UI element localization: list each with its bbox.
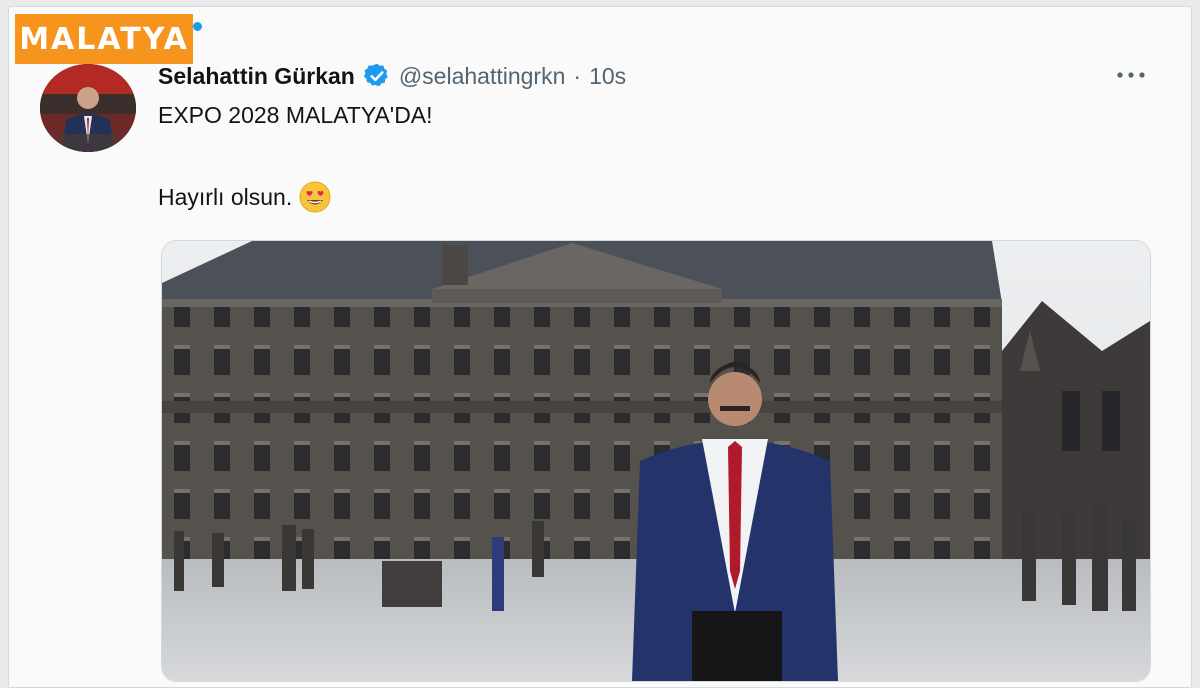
malatya-badge: MALATYA <box>15 14 193 64</box>
badge-dot <box>193 22 202 31</box>
author-handle[interactable]: @selahattingrkn <box>399 63 566 90</box>
avatar[interactable] <box>40 64 136 152</box>
author-name[interactable]: Selahattin Gürkan <box>158 63 355 90</box>
separator-dot: · <box>573 62 582 89</box>
palace-photo <box>162 241 1150 681</box>
avatar-image <box>40 64 136 152</box>
tweet-header: Selahattin Gürkan @selahattingrkn · 10s <box>158 58 626 94</box>
tweet-text-line1: EXPO 2028 MALATYA'DA! <box>158 102 433 128</box>
timestamp[interactable]: 10s <box>589 63 626 90</box>
tweet-media-image[interactable] <box>161 240 1151 682</box>
tweet-text-line2: Hayırlı olsun. <box>158 183 293 210</box>
heart-eyes-emoji-icon <box>298 180 332 214</box>
verified-badge-icon <box>363 62 391 90</box>
tweet-text-line2-row: Hayırlı olsun. <box>158 180 332 214</box>
more-options-icon[interactable] <box>1112 60 1150 90</box>
